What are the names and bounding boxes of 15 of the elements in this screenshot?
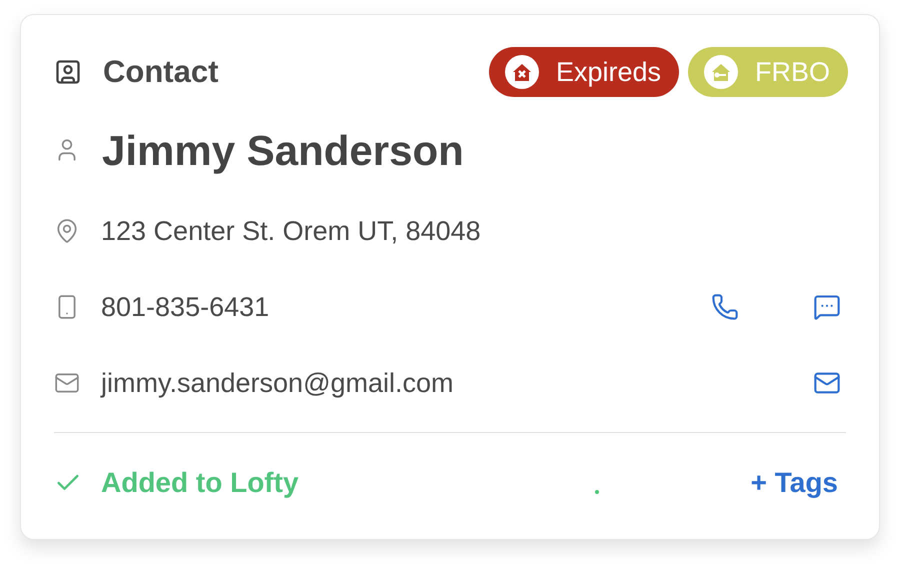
house-x-icon	[504, 55, 539, 89]
phone-icon	[711, 293, 739, 321]
tags-button[interactable]: + Tags	[750, 462, 838, 504]
address-text: 123 Center St. Orem UT, 84048	[101, 214, 481, 248]
contact-card-icon	[54, 58, 82, 86]
chat-bubble-icon	[813, 293, 841, 321]
dot-mark	[594, 490, 599, 494]
tag-label: FRBO	[754, 56, 830, 89]
email-text: jimmy.sanderson@gmail.com	[101, 366, 454, 400]
house-key-icon	[704, 55, 738, 89]
status-text: Added to Lofty	[101, 466, 299, 500]
tag-label: Expireds	[556, 56, 661, 89]
contact-name: Jimmy Sanderson	[102, 126, 464, 176]
phone-text: 801-835-6431	[101, 290, 270, 324]
card-title: Contact	[103, 52, 218, 91]
